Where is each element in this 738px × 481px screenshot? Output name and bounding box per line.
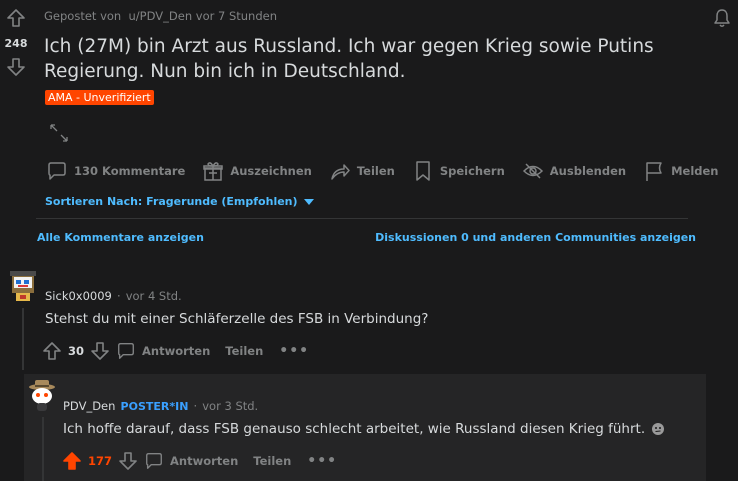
bookmark-icon (416, 161, 430, 181)
comment-body: Stehst du mit einer Schläferzelle des FS… (45, 311, 429, 327)
reply-label: Antworten (170, 454, 239, 468)
comment-score: 30 (68, 344, 85, 358)
op-badge: POSTER*IN (120, 400, 189, 413)
comments-button[interactable]: 130 Kommentare (46, 160, 185, 182)
post-title[interactable]: Ich (27M) bin Arzt aus Russland. Ich war… (44, 34, 704, 84)
report-label: Melden (671, 164, 719, 178)
reply-button[interactable]: Antworten (144, 451, 238, 471)
thread-line[interactable] (22, 308, 24, 370)
post-title-line-1: Ich (27M) bin Arzt aus Russland. Ich war… (44, 36, 654, 57)
comments-count-label: 130 Kommentare (74, 164, 186, 178)
comment-author[interactable]: Sick0x0009 (45, 289, 112, 303)
post-score: 248 (4, 37, 28, 50)
divider (36, 218, 688, 219)
downvote-icon[interactable] (118, 451, 138, 471)
upvote-icon[interactable] (62, 451, 82, 471)
reply-button[interactable]: Antworten (116, 341, 210, 361)
hide-button[interactable]: Ausblenden (522, 160, 626, 182)
post-time: vor 7 Stunden (195, 9, 278, 23)
award-button[interactable]: Auszeichnen (202, 160, 312, 182)
post-action-bar: 130 Kommentare Auszeichnen Teilen Speich… (46, 158, 736, 184)
bell-icon[interactable] (711, 7, 733, 29)
caret-down-icon (303, 198, 314, 205)
comment-share-button[interactable]: Teilen (225, 344, 263, 358)
comment-author[interactable]: PDV_Den (63, 399, 115, 413)
posted-by-label: Gepostet von (44, 9, 122, 23)
thread-line[interactable] (42, 417, 44, 481)
post-meta: Gepostet von u/PDV_Den vor 7 Stunden (44, 9, 277, 23)
comment-icon (48, 162, 66, 180)
downvote-icon[interactable] (90, 341, 110, 361)
reply-label: Antworten (142, 344, 211, 358)
more-options-button[interactable]: ••• (279, 343, 309, 359)
comment-share-button[interactable]: Teilen (253, 454, 291, 468)
meta-separator: · (193, 399, 198, 413)
post-title-line-2: Regierung. Nun bin ich in Deutschland. (44, 61, 406, 82)
share-button[interactable]: Teilen (329, 160, 395, 182)
comment-time: vor 4 Std. (125, 289, 182, 303)
expand-icon[interactable] (48, 122, 70, 144)
award-label: Auszeichnen (230, 164, 312, 178)
sort-label: Sortieren Nach: Fragerunde (Empfohlen) (45, 195, 298, 208)
comment-meta: PDV_Den POSTER*IN · vor 3 Std. (63, 395, 258, 414)
save-button[interactable]: Speichern (412, 160, 505, 182)
comment-time: vor 3 Std. (202, 399, 259, 413)
downvote-icon[interactable] (6, 57, 26, 77)
gift-icon (203, 162, 224, 181)
comment-actions: 30 Antworten Teilen ••• (42, 341, 309, 361)
flag-icon (646, 162, 662, 181)
all-comments-link[interactable]: Alle Kommentare anzeigen (37, 231, 204, 244)
comment-meta: Sick0x0009 · vor 4 Std. (45, 285, 182, 304)
upvote-icon[interactable] (6, 8, 26, 28)
upvote-icon[interactable] (42, 341, 62, 361)
avatar[interactable] (27, 378, 57, 414)
comment-icon (146, 453, 162, 469)
post-flair[interactable]: AMA - Unverifiziert (45, 90, 154, 105)
comment-score: 177 (88, 454, 113, 468)
eye-slash-icon (522, 163, 543, 179)
share-icon (331, 164, 350, 180)
avatar[interactable] (8, 268, 38, 304)
other-discussions-link[interactable]: Diskussionen 0 und anderen Communities a… (375, 231, 696, 244)
comment-body: Ich hoffe darauf, dass FSB genauso schle… (63, 421, 665, 437)
comment-icon (118, 343, 134, 359)
sort-dropdown[interactable]: Sortieren Nach: Fragerunde (Empfohlen) (45, 195, 314, 208)
meta-separator: · (116, 289, 121, 303)
comment-text: Ich hoffe darauf, dass FSB genauso schle… (63, 421, 646, 437)
post-author-link[interactable]: u/PDV_Den (129, 9, 193, 23)
save-label: Speichern (439, 164, 505, 178)
comment-actions: 177 Antworten Teilen ••• (62, 451, 337, 471)
report-button[interactable]: Melden (643, 160, 719, 182)
hide-label: Ausblenden (549, 164, 627, 178)
share-label: Teilen (356, 164, 395, 178)
thinking-face-icon (652, 423, 665, 435)
more-options-button[interactable]: ••• (307, 453, 337, 469)
